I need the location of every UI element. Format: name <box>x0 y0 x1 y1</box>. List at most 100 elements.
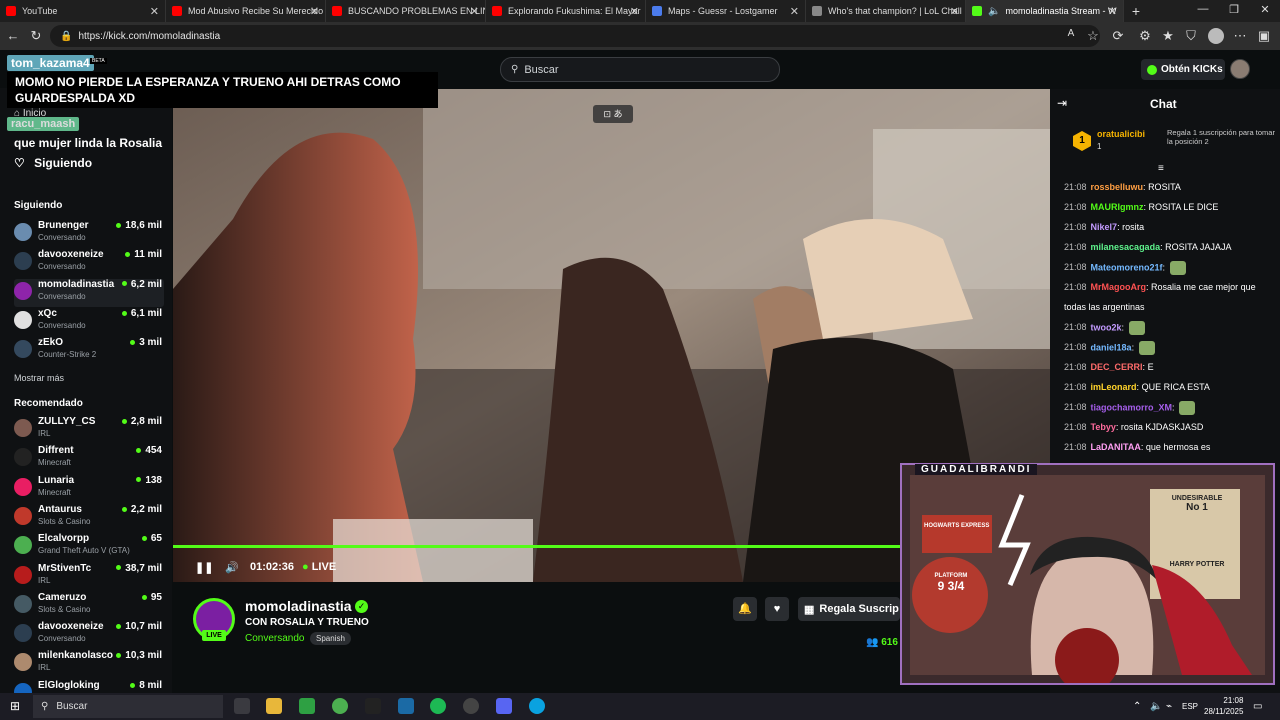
maximize-button[interactable]: ❐ <box>1224 3 1244 16</box>
favorite-icon[interactable]: ☆ <box>1085 28 1101 44</box>
user-avatar[interactable] <box>1230 59 1250 79</box>
follow-heart-button[interactable]: ♥ <box>765 597 789 621</box>
taskbar-search[interactable]: ⚲ Buscar <box>33 695 223 718</box>
close-icon[interactable]: ✕ <box>950 5 959 18</box>
discord-icon[interactable] <box>496 698 512 714</box>
message-username[interactable]: milanesacagada <box>1091 242 1161 252</box>
viewer-count: 11 mil <box>125 249 162 260</box>
message-username[interactable]: tiagochamorro_XM <box>1091 402 1173 412</box>
collapse-chat-icon[interactable]: ⇥ <box>1057 96 1067 110</box>
close-icon[interactable]: ✕ <box>790 5 799 18</box>
sidebar-channel-cameruzo[interactable]: Cameruzo Slots & Casino 95 <box>14 592 164 620</box>
notification-bell-button[interactable]: 🔔 <box>733 597 757 621</box>
channel-name[interactable]: momoladinastia <box>245 598 352 614</box>
volume-icon[interactable]: 🔊 <box>225 561 239 574</box>
file-explorer-icon[interactable] <box>266 698 282 714</box>
close-icon[interactable]: ✕ <box>630 5 639 18</box>
sidebar-channel-mrstiventc[interactable]: MrStivenTc IRL 38,7 mil <box>14 563 164 591</box>
message-username[interactable]: daniel18a <box>1091 342 1132 352</box>
tab-fukushima[interactable]: Explorando Fukushima: El Mayor ✕ <box>486 0 646 22</box>
sidebar-channel-davooxeneize[interactable]: davooxeneize Conversando 11 mil <box>14 249 164 277</box>
read-aloud-icon[interactable]: A <box>1063 28 1079 39</box>
refresh-extension-icon[interactable]: ⟳ <box>1110 28 1126 44</box>
sidebar-channel-zullyy_cs[interactable]: ZULLYY_CS IRL 2,8 mil <box>14 416 164 444</box>
notification-icon[interactable]: ▭ <box>1253 701 1262 712</box>
message-username[interactable]: Nikel7 <box>1091 222 1118 232</box>
taskbar-clock[interactable]: 21:08 28/11/2025 <box>1204 695 1243 717</box>
edge-icon[interactable] <box>529 698 545 714</box>
close-window-button[interactable]: ✕ <box>1255 3 1275 16</box>
refresh-icon[interactable]: ↻ <box>28 28 44 44</box>
message-username[interactable]: DEC_CERRI <box>1091 362 1143 372</box>
progress-bar[interactable] <box>173 545 900 548</box>
menu-dots-icon[interactable]: ⋯ <box>1232 28 1248 44</box>
tab-lol-challenge[interactable]: Who's that champion? | LoL Chall ✕ <box>806 0 966 22</box>
tab-mod-abusivo[interactable]: Mod Abusivo Recibe Su Merecido ✕ <box>166 0 326 22</box>
message-username[interactable]: rossbelluwu <box>1091 182 1144 192</box>
sidebar-channel-zeko[interactable]: zEkO Counter-Strike 2 3 mil <box>14 337 164 365</box>
sidebar-channel-lunaria[interactable]: Lunaria Minecraft 138 <box>14 475 164 503</box>
message-username[interactable]: imLeonard <box>1091 382 1137 392</box>
chat-message: 21:08 MrMagooArg: Rosalia me cae mejor qu… <box>1064 282 1256 292</box>
favorites-bar-icon[interactable]: ★ <box>1160 28 1176 44</box>
obs-icon[interactable] <box>463 698 479 714</box>
language-tag[interactable]: Spanish <box>310 632 351 645</box>
tab-youtube[interactable]: YouTube ✕ <box>0 0 166 22</box>
message-username[interactable]: twoo2k <box>1091 322 1122 332</box>
epic-games-icon[interactable] <box>365 698 381 714</box>
tab-maps-guessr[interactable]: Maps - Guessr - Lostgamer ✕ <box>646 0 806 22</box>
close-icon[interactable]: ✕ <box>150 5 159 18</box>
sidebar-channel-xqc[interactable]: xQc Conversando 6,1 mil <box>14 308 164 336</box>
close-icon[interactable]: ✕ <box>310 5 319 18</box>
stream-category[interactable]: Conversando <box>245 633 304 644</box>
nav-following[interactable]: ♡ Siguiendo <box>14 156 92 170</box>
task-view-icon[interactable] <box>234 698 250 714</box>
message-username[interactable]: LaDANITAA <box>1091 442 1141 452</box>
pause-icon[interactable]: ❚❚ <box>195 561 213 574</box>
extension-icon[interactable]: ⚙ <box>1137 28 1153 44</box>
steam-icon[interactable] <box>398 698 414 714</box>
new-tab-button[interactable]: + <box>1126 3 1146 19</box>
minimize-button[interactable]: — <box>1193 3 1213 15</box>
tab-buscando-problemas[interactable]: BUSCANDO PROBLEMAS EN LINE ✕ <box>326 0 486 22</box>
message-username[interactable]: Tebyy <box>1091 422 1116 432</box>
language-indicator[interactable]: ESP <box>1182 702 1198 711</box>
back-icon[interactable]: ← <box>5 28 21 43</box>
address-bar[interactable]: 🔒 https://kick.com/momoladinastia <box>50 25 1100 47</box>
sidebar-channel-davooxeneize[interactable]: davooxeneize Conversando 10,7 mil <box>14 621 164 649</box>
search-input[interactable]: ⚲ Buscar <box>500 57 780 82</box>
leader-username[interactable]: oratualicibi <box>1097 129 1145 139</box>
get-kicks-button[interactable]: Obtén KICKs <box>1141 59 1225 80</box>
windows-start-icon[interactable]: ⊞ <box>10 699 20 713</box>
viewer-count: 95 <box>142 592 162 603</box>
message-username[interactable]: Mateomoreno21f <box>1091 262 1163 272</box>
shield-icon[interactable]: ⛉ <box>1183 28 1199 44</box>
sidebar-channel-antaurus[interactable]: Antaurus Slots & Casino 2,2 mil <box>14 504 164 532</box>
sidebar-channel-diffrent[interactable]: Diffrent Minecraft 454 <box>14 445 164 473</box>
translate-overlay-icon[interactable]: ⊡ あ <box>593 105 633 123</box>
channel-category: Minecraft <box>38 487 71 497</box>
sidebar-channel-milenkanolasco[interactable]: milenkanolasco IRL 10,3 mil <box>14 650 164 678</box>
network-icon[interactable]: ⌁ <box>1166 701 1172 712</box>
close-icon[interactable]: ✕ <box>1108 5 1117 18</box>
spotify-icon[interactable] <box>430 698 446 714</box>
app-grid-icon[interactable] <box>299 698 315 714</box>
message-username[interactable]: MrMagooArg <box>1091 282 1147 292</box>
close-icon[interactable]: ✕ <box>470 5 479 18</box>
channel-name: ZULLYY_CS <box>38 416 96 427</box>
chat-message: 21:08 milanesacagada: ROSITA JAJAJA <box>1064 242 1232 252</box>
gift-sub-button[interactable]: ▦ Regala Suscrip <box>798 597 900 621</box>
tab-kick-stream[interactable]: 🔈 momoladinastia Stream - W ✕ <box>966 0 1124 22</box>
sidebar-channel-elcalvorpp[interactable]: Elcalvorpp Grand Theft Auto V (GTA) 65 <box>14 533 164 561</box>
sidebar-toggle-icon[interactable]: ▣ <box>1256 28 1272 44</box>
tray-chevron-icon[interactable]: ⌃ <box>1133 701 1141 712</box>
profile-avatar[interactable] <box>1208 28 1224 44</box>
sidebar-channel-momoladinastia[interactable]: momoladinastia Conversando 6,2 mil <box>14 278 164 307</box>
sidebar-channel-brunenger[interactable]: Brunenger Conversando 18,6 mil <box>14 220 164 248</box>
bell-icon: 🔔 <box>738 603 752 615</box>
volume-icon[interactable]: 🔈 <box>1150 701 1162 712</box>
chat-filter-icon[interactable]: ≡ <box>1158 163 1164 174</box>
show-more-link[interactable]: Mostrar más <box>14 373 64 383</box>
xbox-icon[interactable] <box>332 698 348 714</box>
message-username[interactable]: MAURIgmnz <box>1091 202 1144 212</box>
